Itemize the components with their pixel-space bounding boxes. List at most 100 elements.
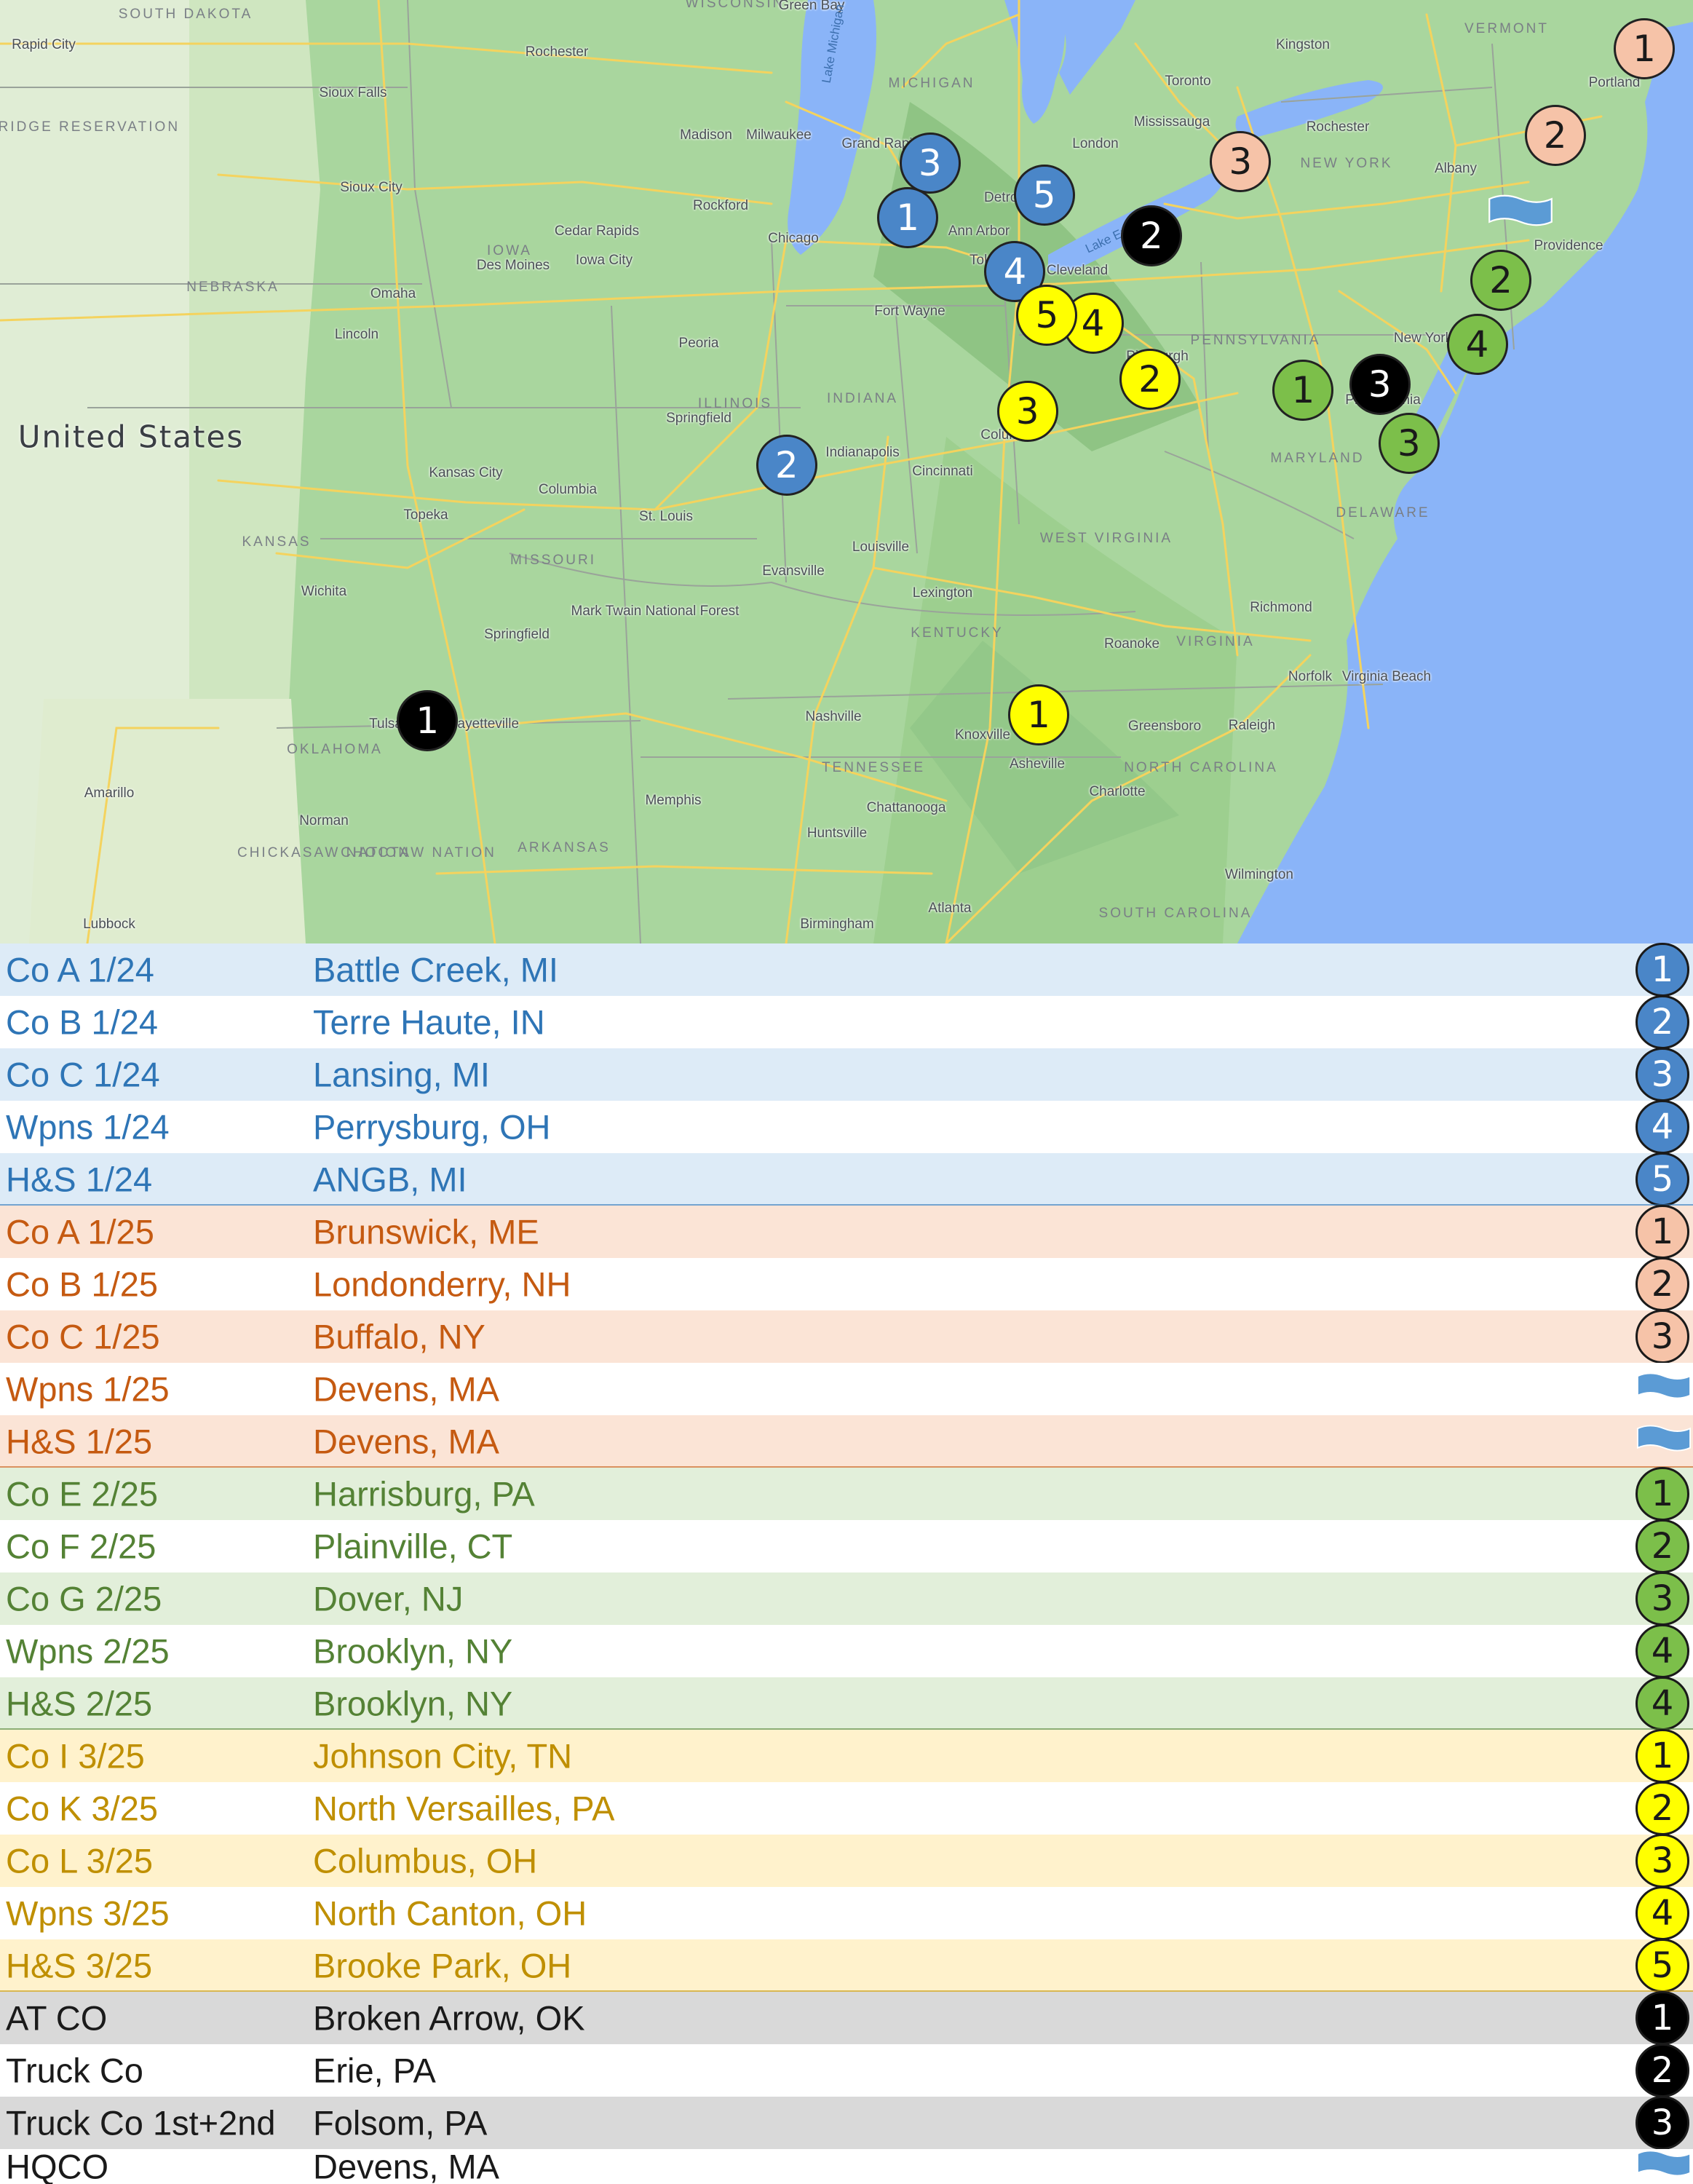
map-city-label: Norfolk [1288, 669, 1333, 684]
legend-unit-name: Co C 1/25 [6, 1317, 160, 1356]
map-city-label: Amarillo [84, 786, 135, 801]
map-country-label: United States [17, 419, 245, 455]
map-city-label: Mark Twain National Forest [571, 604, 740, 619]
legend-unit-name: AT CO [6, 1998, 108, 2038]
legend-marker-badge: 1 [1635, 1205, 1689, 1259]
map-city-label: Madison [680, 127, 732, 143]
map-marker-black-1[interactable]: 1 [397, 689, 459, 751]
map-marker-orange-1[interactable]: 1 [1614, 18, 1676, 79]
legend-marker-badge: 3 [1635, 1572, 1689, 1626]
map-marker-black-2[interactable]: 2 [1120, 205, 1182, 266]
legend-location: Terre Haute, IN [313, 1002, 545, 1042]
map-city-label: Norman [299, 813, 349, 828]
map-state-label: VIRGINIA [1176, 634, 1255, 649]
map-city-label: Rapid City [12, 37, 76, 52]
map-city-label: Richmond [1250, 600, 1312, 615]
legend-unit-name: Truck Co [6, 2051, 143, 2090]
map-city-label: Lincoln [334, 327, 379, 342]
map-marker-blue-2[interactable]: 2 [756, 435, 817, 496]
map-view[interactable]: United States SOUTH DAKOTA NEBRASKA IOWA KAN… [0, 0, 1693, 943]
map-marker-green-1[interactable]: 1 [1272, 360, 1334, 421]
legend-unit-name: Co C 1/24 [6, 1055, 160, 1094]
map-city-label: Indianapolis [825, 445, 900, 460]
map-city-label: Toronto [1165, 74, 1211, 89]
map-marker-green-2[interactable]: 2 [1470, 249, 1532, 311]
legend-location: Devens, MA [313, 1422, 499, 1461]
map-city-label: Kingston [1276, 37, 1330, 52]
legend-row: Co F 2/25 Plainville, CT 2 [0, 1519, 1693, 1573]
legend-location: Battle Creek, MI [313, 950, 558, 989]
legend-row: Co B 1/25 Londonderry, NH 2 [0, 1257, 1693, 1311]
legend-location: Brooke Park, OH [313, 1946, 572, 1985]
map-marker-black-3[interactable]: 3 [1349, 354, 1411, 416]
map-state-label: DELAWARE [1336, 505, 1430, 521]
map-city-label: Chattanooga [866, 800, 946, 815]
map-city-label: Springfield [666, 411, 731, 426]
legend-marker-badge: 1 [1635, 1991, 1689, 2045]
legend-row: Co B 1/24 Terre Haute, IN 2 [0, 995, 1693, 1049]
map-city-label: Springfield [484, 627, 550, 642]
legend-row: H&S 1/24 ANGB, MI 5 [0, 1152, 1693, 1206]
legend-location: North Canton, OH [313, 1894, 587, 1933]
legend-row: HQCO Devens, MA [0, 2147, 1693, 2184]
map-state-label: OKLAHOMA [287, 742, 383, 757]
map-marker-yellow-1[interactable]: 1 [1007, 684, 1069, 746]
map-city-label: Providence [1534, 238, 1603, 253]
legend-location: Lansing, MI [313, 1055, 490, 1094]
map-city-label: Atlanta [928, 901, 972, 916]
legend-marker-badge: 1 [1635, 1729, 1689, 1783]
legend-location: Devens, MA [313, 2147, 499, 2184]
map-city-label: Des Moines [476, 258, 550, 273]
map-state-label: PENNSYLVANIA [1190, 333, 1321, 348]
legend-location: Johnson City, TN [313, 1736, 573, 1776]
map-state-label: VERMONT [1464, 21, 1549, 36]
map-marker-yellow-2[interactable]: 2 [1119, 348, 1181, 410]
map-marker-yellow-5[interactable]: 5 [1016, 284, 1078, 346]
legend-row: Co K 3/25 North Versailles, PA 2 [0, 1781, 1693, 1835]
map-marker-blue-3[interactable]: 3 [899, 132, 961, 194]
map-state-label: ILLINOIS [697, 396, 773, 411]
map-marker-blue-1[interactable]: 1 [877, 186, 939, 248]
map-state-label: CHOCTAW NATION [341, 845, 496, 860]
legend-location: Erie, PA [313, 2051, 436, 2090]
legend-marker-badge: 3 [1635, 1310, 1689, 1364]
map-city-label: Omaha [370, 286, 416, 301]
map-marker-green-4[interactable]: 4 [1446, 313, 1508, 375]
legend-location: Brooklyn, NY [313, 1631, 513, 1671]
legend-marker-badge: 2 [1635, 995, 1689, 1049]
legend-row: H&S 3/25 Brooke Park, OH 5 [0, 1939, 1693, 1993]
map-marker-orange-2[interactable]: 2 [1524, 104, 1586, 166]
map-city-label: Mississauga [1133, 114, 1210, 130]
legend-table: Co A 1/24 Battle Creek, MI 1 Co B 1/24 Terre… [0, 943, 1693, 2184]
map-state-label: SOUTH CAROLINA [1098, 906, 1253, 921]
legend-unit-name: H&S 1/25 [6, 1422, 153, 1461]
map-marker-yellow-3[interactable]: 3 [996, 380, 1058, 442]
legend-marker-badge: 3 [1635, 2096, 1689, 2150]
map-city-label: Greensboro [1127, 719, 1202, 734]
map-state-label: NEW YORK [1300, 156, 1393, 171]
legend-row: Truck Co 1st+2nd Folsom, PA 3 [0, 2096, 1693, 2150]
legend-unit-name: Co A 1/25 [6, 1212, 154, 1251]
legend-location: Folsom, PA [313, 2103, 488, 2143]
map-marker-green-3[interactable]: 3 [1378, 412, 1440, 474]
legend-marker-badge: 1 [1635, 943, 1689, 997]
legend-marker-badge: 3 [1635, 1834, 1689, 1888]
legend-row: Wpns 1/25 Devens, MA [0, 1363, 1693, 1415]
map-marker-blue-5[interactable]: 5 [1013, 165, 1075, 226]
wavy-flag-icon[interactable] [1488, 192, 1553, 232]
wavy-flag-icon [1636, 2147, 1692, 2184]
legend-row: Co G 2/25 Dover, NJ 3 [0, 1572, 1693, 1626]
map-city-label: Cleveland [1046, 263, 1109, 278]
legend-marker-badge: 5 [1635, 1939, 1689, 1993]
legend-location: Broken Arrow, OK [313, 1998, 585, 2038]
legend-location: Plainville, CT [313, 1527, 513, 1566]
legend-location: Brooklyn, NY [313, 1684, 513, 1723]
legend-unit-name: Co E 2/25 [6, 1474, 159, 1514]
legend-unit-name: Co B 1/24 [6, 1002, 159, 1042]
legend-unit-name: H&S 2/25 [6, 1684, 153, 1723]
map-city-label: Columbia [538, 482, 598, 497]
map-marker-orange-3[interactable]: 3 [1210, 131, 1272, 193]
map-city-label: Rochester [525, 44, 589, 60]
map-state-label: ARKANSAS [518, 840, 611, 855]
legend-row: H&S 1/25 Devens, MA [0, 1415, 1693, 1468]
